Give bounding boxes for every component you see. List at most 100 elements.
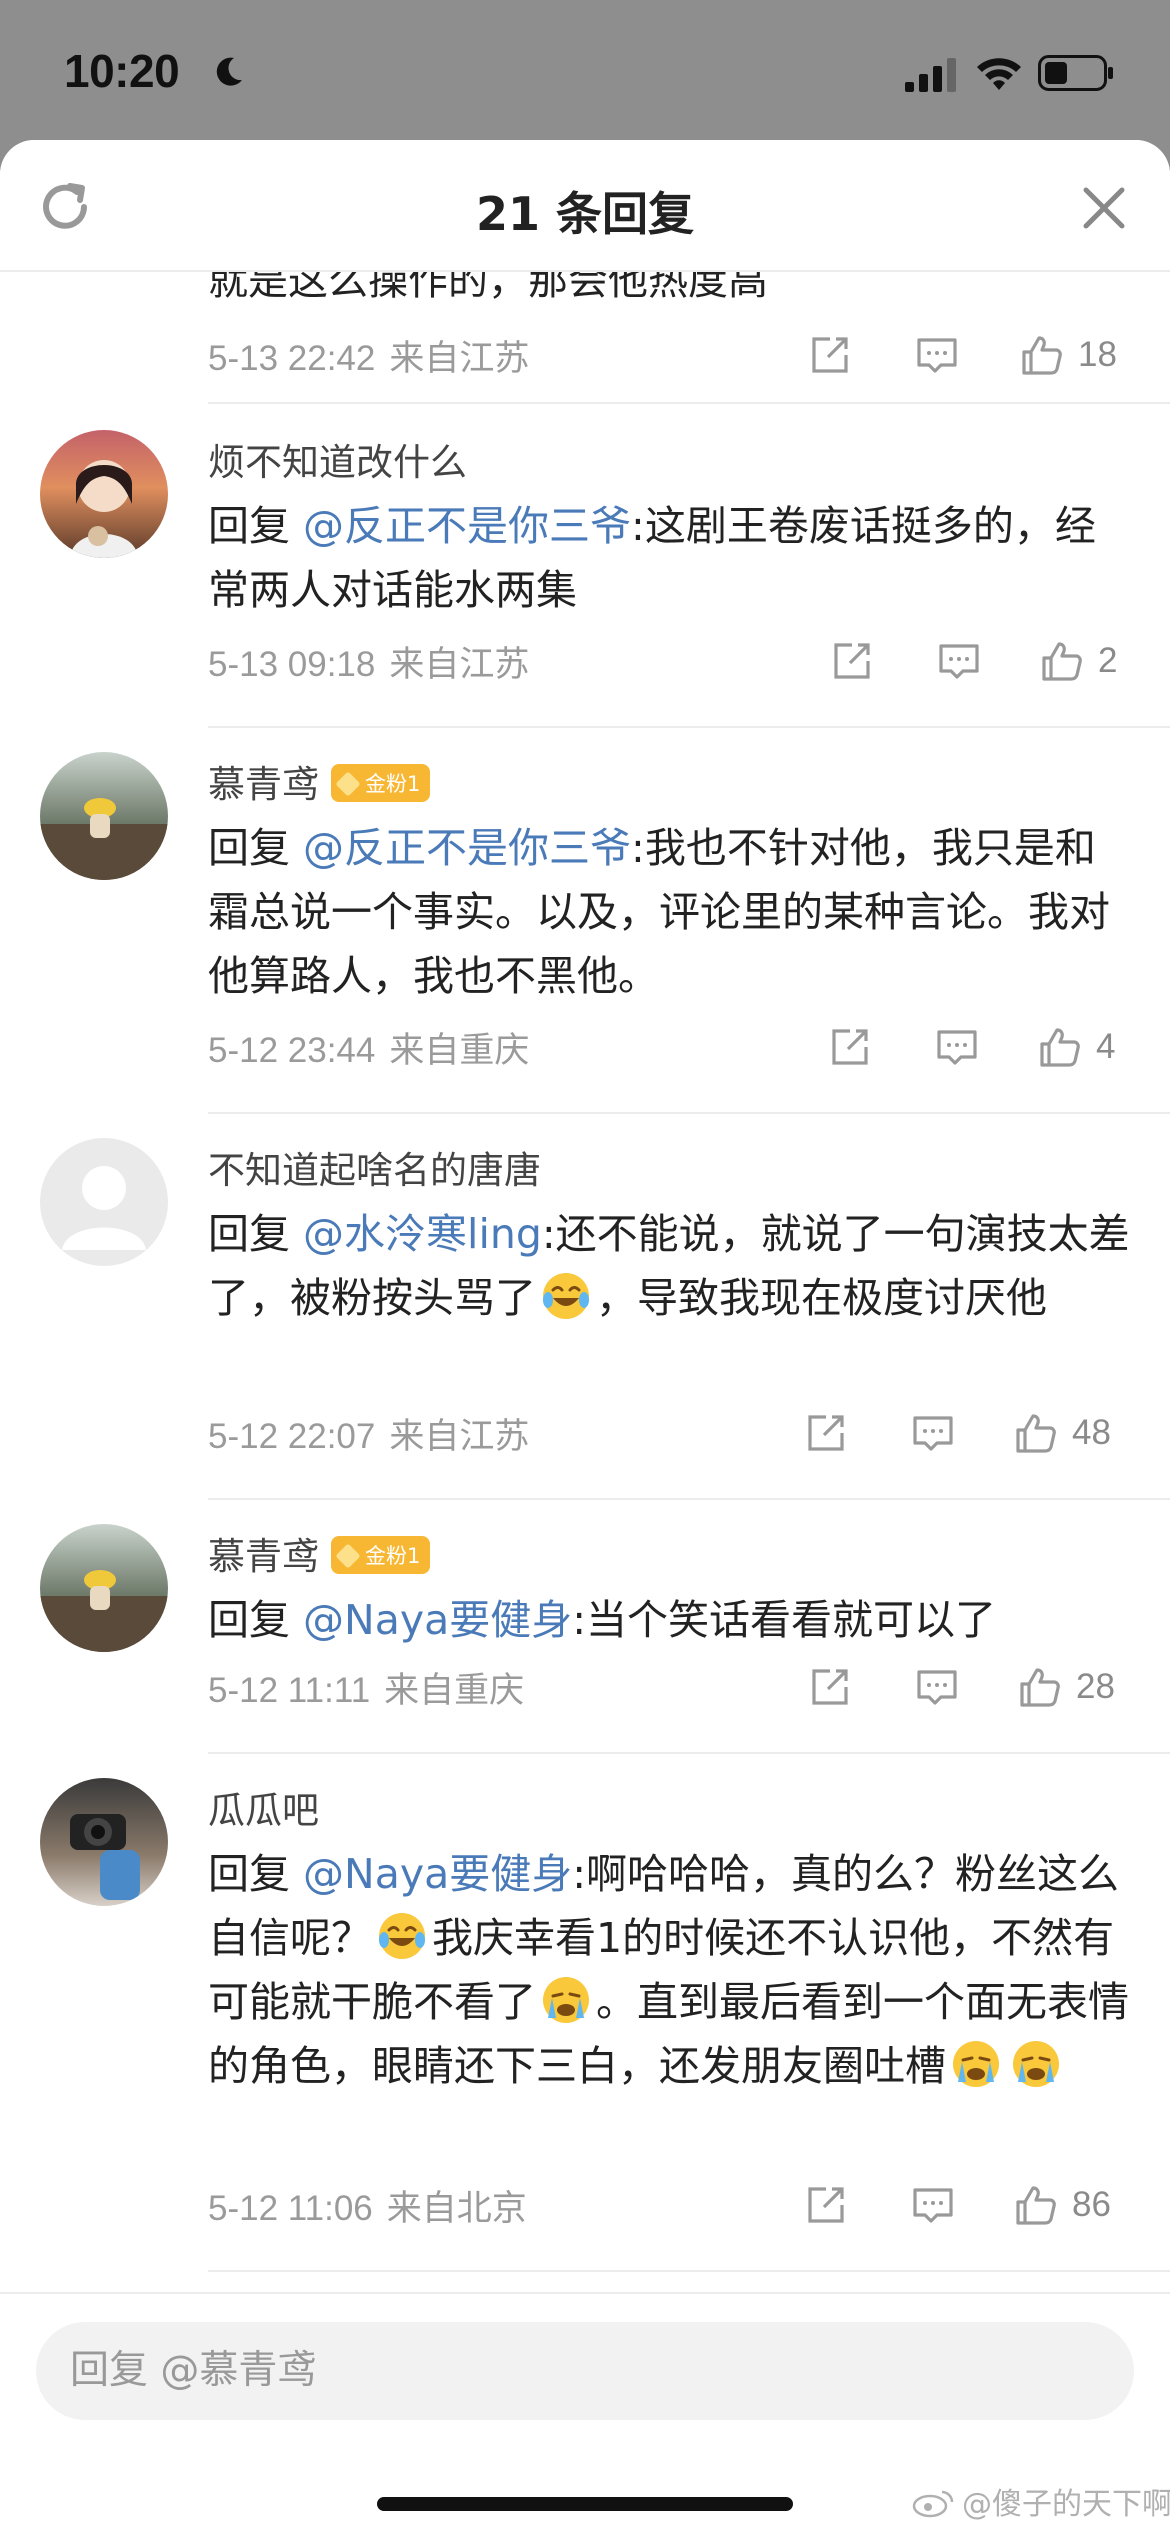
comment-text: 回复 @Naya要健身:啊哈哈哈，真的么？粉丝这么自信呢？ 我庆幸看1的时候还不认… [208, 1842, 1130, 2098]
comment-button[interactable] [915, 1662, 959, 1712]
like-count: 28 [1076, 1667, 1115, 1706]
like-count: 18 [1078, 335, 1117, 374]
like-button[interactable]: 18 [1020, 330, 1117, 380]
avatar[interactable] [40, 1138, 168, 1266]
username-text: 烦不知道改什么 [208, 441, 467, 484]
comment-button[interactable] [937, 636, 981, 686]
mention-link[interactable]: @水泠寒ling [303, 1210, 542, 1258]
divider [208, 726, 1170, 728]
share-icon [808, 1415, 844, 1451]
comment-button[interactable] [915, 330, 959, 380]
comment-icon [917, 1670, 957, 1705]
divider [208, 2270, 1170, 2272]
username[interactable]: 烦不知道改什么 [208, 432, 467, 486]
comment-date: 5-12 23:44 [208, 1031, 376, 1070]
comment-text: 回复 @水泠寒ling:还不能说，就说了一句演技太差了，被粉按头骂了 ，导致我现在… [208, 1202, 1130, 1330]
comment-source: 来自江苏 [389, 339, 530, 379]
like-button[interactable]: 48 [1014, 1408, 1111, 1458]
crying-emoji-icon [953, 2041, 999, 2087]
badge-gem-icon [335, 1542, 361, 1569]
username[interactable]: 瓜瓜吧 [208, 1780, 319, 1834]
comment-date: 5-13 09:18 [208, 645, 376, 684]
share-button[interactable] [804, 1408, 848, 1458]
divider [208, 1498, 1170, 1500]
watermark: @傻子的天下啊 [912, 2479, 1170, 2523]
avatar[interactable] [40, 1524, 168, 1652]
wifi-icon [977, 58, 1021, 90]
comment-button[interactable] [935, 1022, 979, 1072]
share-button[interactable] [804, 2180, 848, 2230]
avatar[interactable] [40, 1778, 168, 1906]
comment-text: 回复 @Naya要健身:当个笑话看看就可以了 [208, 1588, 1130, 1652]
mention-link[interactable]: @反正不是你三爷 [303, 502, 631, 550]
weibo-logo-icon [912, 2490, 954, 2518]
reply-prefix: 回复 [208, 502, 290, 550]
battery-icon [1038, 55, 1113, 91]
share-icon [812, 337, 848, 373]
thumbs-up-icon [1042, 642, 1082, 681]
mention-link[interactable]: @Naya要健身 [303, 1596, 572, 1644]
comment-date: 5-13 22:42 [208, 339, 376, 378]
comment-icon [917, 338, 957, 373]
comment-source: 来自江苏 [389, 1417, 530, 1457]
thumbs-up-icon [1022, 336, 1062, 375]
close-icon[interactable] [1080, 184, 1128, 232]
like-count: 48 [1072, 1413, 1111, 1452]
comment-text: 回复 @反正不是你三爷:我也不针对他，我只是和霜总说一个事实。以及，评论里的某种… [208, 816, 1130, 1008]
crying-emoji-icon [543, 1977, 589, 2023]
like-button[interactable]: 86 [1014, 2180, 1111, 2230]
do-not-disturb-moon-icon [216, 57, 242, 86]
comment-button[interactable] [911, 1408, 955, 1458]
divider [208, 402, 1170, 404]
comment-meta: 5-12 23:44 来自重庆 [208, 1022, 529, 1072]
fan-badge: 金粉1 [331, 1535, 431, 1574]
share-button[interactable] [828, 1022, 872, 1072]
like-button[interactable]: 2 [1040, 636, 1117, 686]
comment-body-cont: ，导致我现在极度讨厌他 [596, 1274, 1047, 1322]
username[interactable]: 慕青鸢 金粉1 [208, 1526, 431, 1580]
avatar[interactable] [40, 430, 168, 558]
partial-comment-meta: 5-13 22:42 来自江苏 [208, 330, 529, 380]
reply-prefix: 回复 [208, 1850, 290, 1898]
fan-badge: 金粉1 [331, 763, 431, 802]
reply-prefix: 回复 [208, 824, 290, 872]
divider [208, 1752, 1170, 1754]
comment-source: 来自重庆 [384, 1671, 525, 1711]
divider [208, 1112, 1170, 1114]
comment-meta: 5-13 09:18 来自江苏 [208, 636, 529, 686]
comment-date: 5-12 22:07 [208, 1417, 376, 1456]
badge-label: 金粉1 [365, 771, 421, 796]
laugh-cry-emoji-icon [379, 1913, 425, 1959]
share-icon [834, 643, 870, 679]
home-indicator[interactable] [377, 2497, 793, 2511]
username-text: 不知道起啥名的唐唐 [208, 1149, 541, 1192]
reply-prefix: 回复 [208, 1596, 290, 1644]
mention-link[interactable]: @Naya要健身 [303, 1850, 572, 1898]
thumbs-up-icon [1016, 2186, 1056, 2225]
partial-comment-text: 就是这么操作的，那会他热度高 [208, 272, 768, 302]
reply-input[interactable]: 回复 @慕青鸢 [36, 2322, 1134, 2420]
comment-source: 来自重庆 [389, 1031, 530, 1071]
status-time: 10:20 [64, 45, 180, 97]
username[interactable]: 不知道起啥名的唐唐 [208, 1140, 541, 1194]
like-count: 4 [1096, 1027, 1116, 1066]
avatar[interactable] [40, 752, 168, 880]
share-button[interactable] [808, 330, 852, 380]
share-icon [832, 1029, 868, 1065]
avatar-image [40, 798, 168, 880]
like-button[interactable]: 28 [1018, 1662, 1115, 1712]
like-button[interactable]: 4 [1038, 1022, 1115, 1072]
username-text: 慕青鸢 [208, 1535, 319, 1578]
mention-link[interactable]: @反正不是你三爷 [303, 824, 631, 872]
comment-icon [913, 2188, 953, 2223]
comment-text: 回复 @反正不是你三爷:这剧王卷废话挺多的，经常两人对话能水两集 [208, 494, 1130, 622]
share-button[interactable] [808, 1662, 852, 1712]
comment-source: 来自江苏 [389, 645, 530, 685]
comment-button[interactable] [911, 2180, 955, 2230]
badge-gem-icon [335, 770, 361, 797]
comment-date: 5-12 11:11 [208, 1671, 371, 1710]
username[interactable]: 慕青鸢 金粉1 [208, 754, 431, 808]
reply-prefix: 回复 [208, 1210, 290, 1258]
share-button[interactable] [830, 636, 874, 686]
replies-sheet: 21 条回复 就是这么操作的，那会他热度高 5-13 22:42 来自江苏 18 … [0, 140, 1170, 2532]
